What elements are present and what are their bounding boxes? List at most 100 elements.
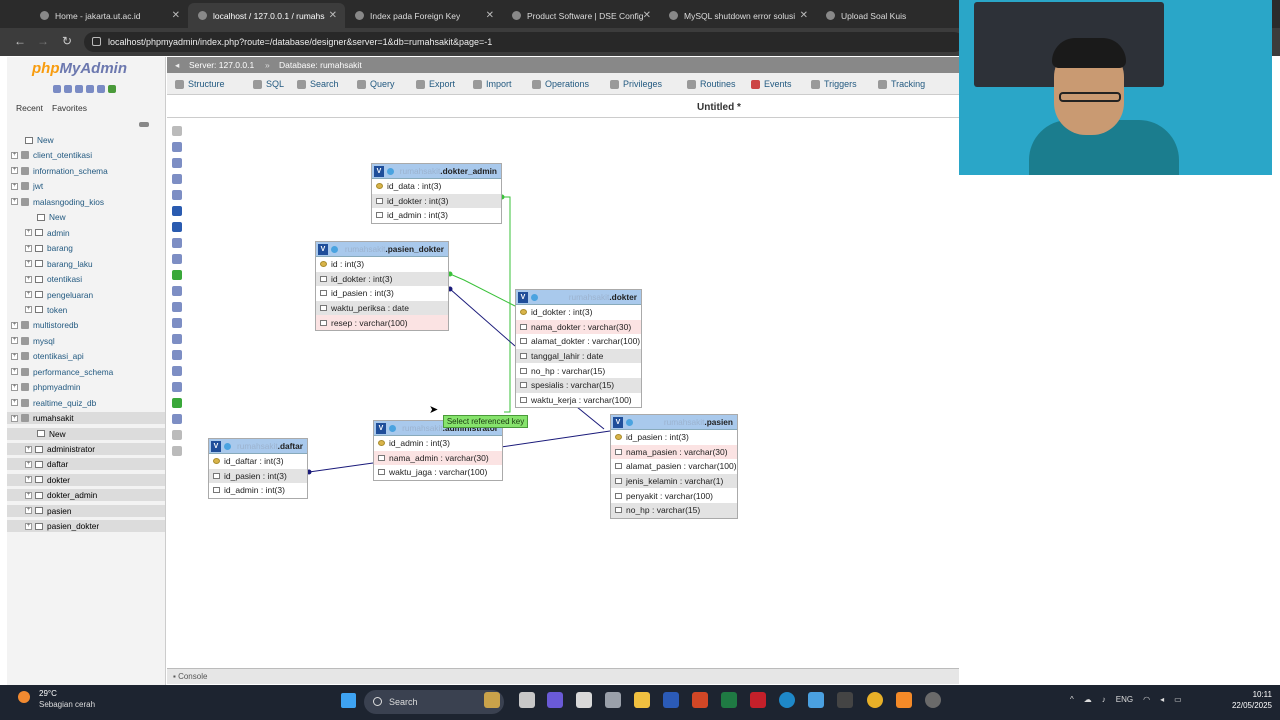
browser-tab[interactable]: MySQL shutdown error solusi ✕: [659, 3, 816, 28]
expand-icon[interactable]: +: [25, 460, 32, 468]
breadcrumb-server[interactable]: Server: 127.0.0.1: [189, 60, 254, 70]
collapse-nav-icon[interactable]: ◂: [175, 60, 179, 71]
table-column-row[interactable]: id_dokter : int(3): [372, 193, 501, 209]
sidebar-table[interactable]: + daftar: [7, 458, 165, 471]
sidebar-database[interactable]: + otentikasi_api: [7, 350, 165, 362]
tab-routines[interactable]: Routines: [687, 79, 736, 89]
expand-icon[interactable]: +: [25, 229, 32, 237]
designer-canvas[interactable]: Vrumahsakit.dokter_admin id_data : int(3)…: [188, 120, 959, 668]
toggle-columns-icon[interactable]: V: [376, 422, 386, 434]
expand-icon[interactable]: +: [11, 167, 18, 175]
store-icon[interactable]: [576, 692, 592, 708]
sidebar-table[interactable]: + dokter: [7, 473, 165, 486]
battery-icon[interactable]: ▭: [1174, 695, 1182, 704]
add-tables-icon[interactable]: [172, 158, 182, 168]
tab-search[interactable]: Search: [297, 79, 339, 89]
widget-icon[interactable]: [484, 692, 500, 708]
start-button-icon[interactable]: [341, 693, 356, 708]
tab-query[interactable]: Query: [357, 79, 395, 89]
task-view-icon[interactable]: [519, 692, 535, 708]
weather-icon[interactable]: [18, 691, 30, 703]
table-column-row[interactable]: waktu_periksa : date: [316, 300, 448, 316]
sidebar-table[interactable]: + administrator: [7, 443, 165, 455]
volume-icon[interactable]: ◂: [1160, 695, 1164, 704]
table-column-row[interactable]: spesialis : varchar(15): [516, 377, 641, 393]
expand-icon[interactable]: +: [25, 275, 32, 283]
table-column-row[interactable]: waktu_kerja : varchar(100): [516, 393, 641, 408]
display-field-icon[interactable]: [172, 286, 182, 296]
designer-table-daftar[interactable]: Vrumahsakit.daftar id_daftar : int(3) id_p…: [208, 438, 308, 499]
microphone-icon[interactable]: ♪: [1102, 695, 1106, 704]
build-query-icon[interactable]: [172, 430, 182, 440]
table-column-row[interactable]: nama_pasien : varchar(30): [611, 444, 737, 460]
table-column-row[interactable]: resep : varchar(100): [316, 315, 448, 330]
table-column-row[interactable]: id_data : int(3): [372, 179, 501, 194]
expand-icon[interactable]: +: [11, 368, 18, 376]
home-icon[interactable]: [53, 85, 61, 93]
word-icon[interactable]: [663, 692, 679, 708]
expand-icon[interactable]: +: [11, 321, 18, 329]
save-as-icon[interactable]: [172, 222, 182, 232]
sidebar-database[interactable]: + information_schema: [7, 165, 165, 177]
close-tab-icon[interactable]: ✕: [486, 10, 494, 21]
console-button[interactable]: ▪ Console: [173, 672, 207, 681]
sidebar-new-link[interactable]: New: [7, 211, 165, 223]
site-info-icon[interactable]: [92, 37, 101, 46]
designer-table-administrator[interactable]: Vrumahsakit.administrator id_admin : int(…: [373, 420, 503, 481]
table-column-row[interactable]: id : int(3): [316, 257, 448, 272]
wifi-icon[interactable]: ◠: [1143, 695, 1150, 704]
language-indicator[interactable]: ENG: [1116, 695, 1133, 704]
close-tab-icon[interactable]: ✕: [643, 10, 651, 21]
reload-icon[interactable]: [108, 85, 116, 93]
tab-operations[interactable]: Operations: [532, 79, 589, 89]
expand-icon[interactable]: +: [11, 182, 18, 190]
sidebar-database[interactable]: + phpmyadmin: [7, 381, 165, 393]
expand-icon[interactable]: +: [11, 352, 18, 360]
table-column-row[interactable]: id_pasien : int(3): [316, 286, 448, 301]
sidebar-database[interactable]: + performance_schema: [7, 366, 165, 378]
collapse-all-icon[interactable]: [139, 122, 149, 127]
sidebar-table[interactable]: + admin: [7, 227, 165, 239]
designer-table-pasien[interactable]: Vrumahsakit.pasien id_pasien : int(3) nama…: [610, 414, 738, 519]
designer-table-dokter-admin[interactable]: Vrumahsakit.dokter_admin id_data : int(3)…: [371, 163, 502, 224]
phpmyadmin-logo[interactable]: phpMyAdmin: [32, 60, 127, 77]
sidebar-database[interactable]: + malasngoding_kios: [7, 196, 165, 208]
settings-icon[interactable]: [97, 85, 105, 93]
url-field[interactable]: localhost/phpmyadmin/index.php?route=/da…: [84, 32, 964, 52]
expand-icon[interactable]: +: [25, 476, 32, 484]
expand-icon[interactable]: +: [25, 306, 32, 314]
exit-icon[interactable]: [64, 85, 72, 93]
fullscreen-icon[interactable]: [172, 142, 182, 152]
expand-icon[interactable]: +: [25, 260, 32, 268]
save-page-icon[interactable]: [172, 206, 182, 216]
table-header[interactable]: Vrumahsakit.daftar: [209, 439, 307, 454]
chrome-icon[interactable]: [867, 692, 883, 708]
browser-tab[interactable]: Upload Soal Kuis: [816, 3, 956, 28]
network-status-icon[interactable]: ☁: [1084, 695, 1092, 704]
show-hide-menu-icon[interactable]: [172, 126, 182, 136]
sidebar-table[interactable]: + dokter_admin: [7, 489, 165, 502]
tab-triggers[interactable]: Triggers: [811, 79, 857, 89]
excel-icon[interactable]: [721, 692, 737, 708]
toggle-columns-icon[interactable]: V: [211, 440, 221, 452]
tab-privileges[interactable]: Privileges: [610, 79, 662, 89]
help-icon[interactable]: [172, 318, 182, 328]
sidebar-table[interactable]: + token: [7, 304, 165, 316]
sidebar-table[interactable]: + barang: [7, 242, 165, 254]
favorites-tab[interactable]: Favorites: [52, 103, 87, 113]
acrobat-icon[interactable]: [750, 692, 766, 708]
table-options-icon[interactable]: [626, 418, 633, 426]
designer-table-pasien-dokter[interactable]: Vrumahsakit.pasien_dokter id : int(3) id_d…: [315, 241, 449, 331]
expand-icon[interactable]: +: [25, 522, 32, 530]
table-column-row[interactable]: waktu_jaga : varchar(100): [374, 465, 502, 480]
sidebar-database[interactable]: + client_otentikasi: [7, 149, 165, 161]
toggle-columns-icon[interactable]: V: [613, 416, 623, 428]
delete-page-icon[interactable]: [172, 238, 182, 248]
forward-icon[interactable]: →: [37, 34, 49, 48]
tab-sql[interactable]: SQL: [253, 79, 284, 89]
expand-icon[interactable]: +: [11, 414, 18, 422]
sidebar-new-link[interactable]: New: [7, 134, 165, 146]
table-column-row[interactable]: no_hp : varchar(15): [611, 502, 737, 518]
show-hidden-icons-icon[interactable]: ^: [1070, 695, 1074, 704]
toggle-columns-icon[interactable]: V: [374, 165, 384, 177]
